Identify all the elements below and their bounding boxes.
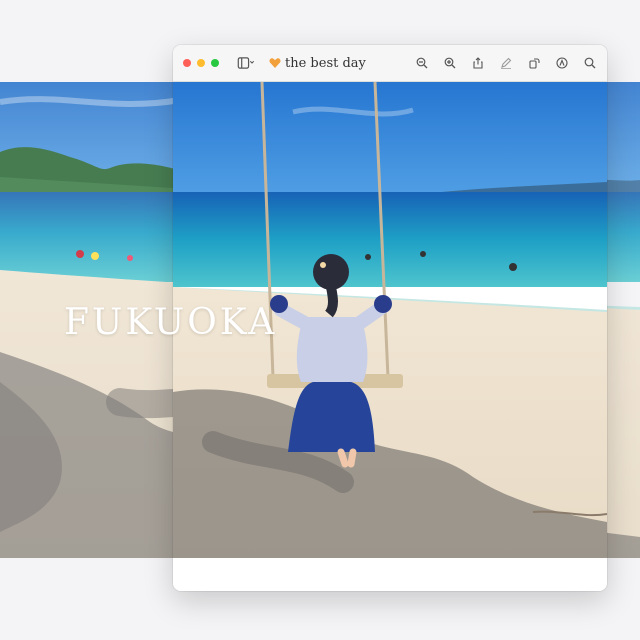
- window-titlebar[interactable]: the best day: [173, 45, 607, 82]
- photo-caption: FUKUOKA: [64, 302, 278, 343]
- markup-toolbar-icon[interactable]: [553, 54, 571, 72]
- window-bottom-margin: [173, 558, 607, 591]
- zoom-in-icon[interactable]: [441, 54, 459, 72]
- maximize-button[interactable]: [211, 59, 219, 67]
- markup-pen-icon[interactable]: [497, 54, 515, 72]
- window-title: the best day: [285, 55, 366, 71]
- window-toolbar: [413, 54, 599, 72]
- window-controls: [183, 59, 219, 67]
- close-button[interactable]: [183, 59, 191, 67]
- share-icon[interactable]: [469, 54, 487, 72]
- rotate-icon[interactable]: [525, 54, 543, 72]
- minimize-button[interactable]: [197, 59, 205, 67]
- search-icon[interactable]: [581, 54, 599, 72]
- document-heart-icon: [269, 54, 281, 72]
- zoom-out-icon[interactable]: [413, 54, 431, 72]
- sidebar-toggle-icon[interactable]: [233, 54, 259, 72]
